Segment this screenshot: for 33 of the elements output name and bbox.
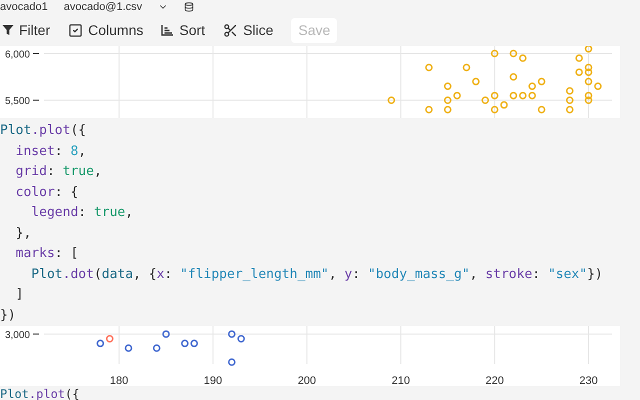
y-axis-tick: 6,000 [4,49,40,60]
notebook-name[interactable]: avocado1 [0,1,48,13]
x-axis-label: 230 [579,375,598,386]
database-icon[interactable] [184,2,194,12]
code-line: grid: true, [14,163,102,181]
x-axis-label: 180 [110,375,128,386]
code-line: }, [14,224,32,242]
toolbar-button[interactable]: Filter [2,20,50,40]
code-line: ] [14,286,24,304]
y-tick-label: 6,000 [4,49,30,60]
x-axis-label: 220 [485,375,504,386]
code-line: inset: 8, [14,142,86,160]
code-line: legend: true, [30,204,134,222]
file-name[interactable]: avocado@1.csv [64,1,142,13]
code-line: Plot.plot({ [0,122,86,140]
x-axis-label: 190 [204,375,222,386]
code-line: Plot.dot(data, {x: "flipper_length_mm", y: "body_mass_g", stroke: "sex"}) [30,266,603,284]
code-line: }) [0,306,16,324]
code-line: color: { [14,184,78,202]
toolbar-button[interactable]: Slice [223,20,274,40]
sort-icon [161,24,174,36]
x-axis-label: 200 [298,375,316,386]
y-tick-label: 3,000 [4,330,30,342]
toolbar-button[interactable]: Sort [161,20,206,40]
y-axis-tick: 3,000 [4,330,40,342]
code-line: marks: [ [14,245,78,263]
filter-icon [2,24,14,36]
toolbar-button[interactable]: Columns [68,20,144,40]
y-tick-label: 5,500 [4,96,30,108]
y-axis-tick: 5,500 [4,96,40,108]
x-axis-label: 210 [392,375,410,386]
checkbox-icon [68,22,84,38]
scissors-icon [223,22,238,38]
